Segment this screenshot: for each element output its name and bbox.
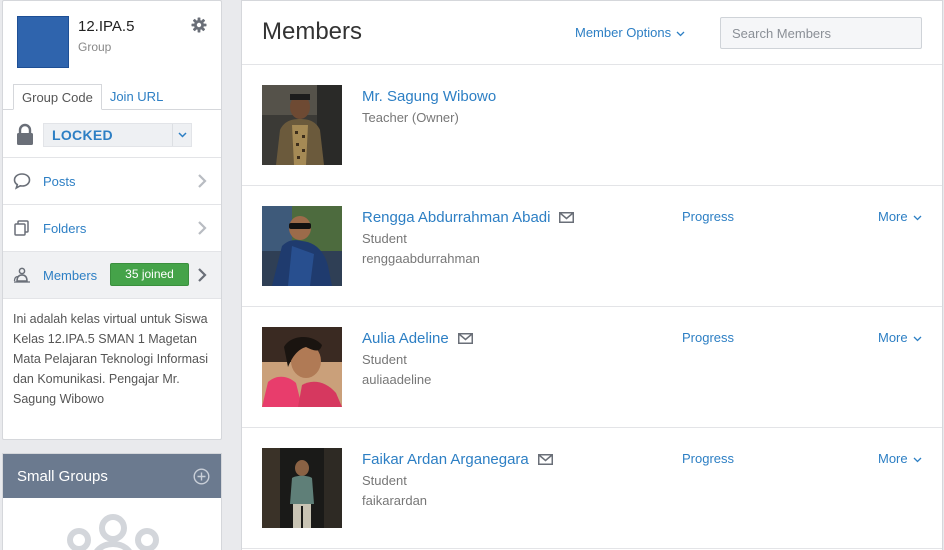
- small-groups-illustration-icon: [67, 514, 159, 550]
- lock-icon: [17, 123, 33, 145]
- more-menu-button[interactable]: More: [878, 209, 922, 224]
- lock-status-select[interactable]: LOCKED: [43, 123, 192, 147]
- chevron-right-icon: [198, 221, 207, 235]
- member-username: renggaabdurrahman: [362, 251, 480, 266]
- sidebar-item-folders[interactable]: Folders: [3, 205, 221, 252]
- member-row: Aulia Adeline Student auliaadeline Progr…: [242, 307, 942, 428]
- lock-status-value: LOCKED: [52, 127, 113, 143]
- more-menu-button[interactable]: More: [878, 330, 922, 345]
- progress-link[interactable]: Progress: [682, 330, 734, 345]
- member-name-text: Aulia Adeline: [362, 330, 449, 347]
- member-name[interactable]: Mr. Sagung Wibowo: [362, 88, 496, 105]
- member-options-label: Member Options: [575, 25, 672, 40]
- search-members-input[interactable]: [720, 17, 922, 49]
- chevron-down-icon: [676, 31, 685, 36]
- mail-icon[interactable]: [559, 212, 575, 223]
- tab-group-code[interactable]: Group Code: [13, 84, 102, 110]
- more-label: More: [878, 451, 908, 466]
- sidebar-item-label: Folders: [43, 221, 87, 236]
- progress-link[interactable]: Progress: [682, 451, 734, 466]
- sidebar-item-label: Members: [43, 268, 98, 283]
- member-photo[interactable]: [262, 85, 342, 165]
- member-name[interactable]: Faikar Ardan Arganegara: [362, 451, 553, 468]
- member-name-text: Rengga Abdurrahman Abadi: [362, 209, 551, 226]
- speech-bubble-icon: [13, 173, 31, 190]
- member-role: Student: [362, 473, 407, 488]
- sidebar-item-posts[interactable]: Posts: [3, 158, 221, 205]
- group-card: 12.IPA.5 Group Group Code Join URL LOCKE…: [2, 0, 222, 440]
- more-menu-button[interactable]: More: [878, 451, 922, 466]
- page-title: Members: [262, 18, 363, 45]
- member-row: Rengga Abdurrahman Abadi Student renggaa…: [242, 186, 942, 307]
- chevron-down-icon: [913, 215, 922, 220]
- add-circle-icon[interactable]: [193, 468, 210, 485]
- tab-join-url[interactable]: Join URL: [102, 84, 171, 110]
- members-joined-badge: 35 joined: [110, 263, 189, 286]
- member-row: Mr. Sagung Wibowo Teacher (Owner): [242, 65, 942, 186]
- group-description: Ini adalah kelas virtual untuk Siswa Kel…: [13, 312, 209, 406]
- mail-icon[interactable]: [537, 454, 553, 465]
- lock-row: LOCKED: [3, 110, 221, 158]
- member-options-button[interactable]: Member Options: [575, 25, 685, 40]
- sidebar-item-label: Posts: [43, 174, 76, 189]
- sidebar: 12.IPA.5 Group Group Code Join URL LOCKE…: [2, 0, 222, 550]
- member-photo[interactable]: [262, 206, 342, 286]
- code-tabs: Group Code Join URL: [13, 84, 171, 110]
- mail-icon[interactable]: [457, 333, 473, 344]
- small-groups-header: Small Groups: [3, 454, 221, 498]
- folders-icon: [14, 220, 29, 236]
- member-name-text: Mr. Sagung Wibowo: [362, 88, 497, 105]
- chevron-down-icon: [913, 336, 922, 341]
- member-photo[interactable]: [262, 327, 342, 407]
- chevron-right-icon: [198, 174, 207, 188]
- chevron-down-icon: [178, 132, 187, 138]
- small-groups-title: Small Groups: [17, 468, 108, 485]
- group-header: 12.IPA.5 Group: [3, 1, 221, 81]
- chevron-down-icon: [913, 457, 922, 462]
- small-groups-card: Small Groups: [2, 453, 222, 550]
- chevron-right-icon: [198, 268, 207, 282]
- member-name[interactable]: Rengga Abdurrahman Abadi: [362, 209, 575, 226]
- members-icon: [13, 267, 30, 283]
- members-panel: Members Member Options Mr. Sagung Wibowo…: [241, 0, 943, 550]
- group-name: 12.IPA.5: [78, 18, 135, 35]
- sidebar-item-members[interactable]: Members 35 joined: [3, 252, 221, 299]
- more-label: More: [878, 330, 908, 345]
- gear-icon[interactable]: [191, 17, 207, 33]
- lock-dropdown-toggle[interactable]: [172, 124, 191, 146]
- more-label: More: [878, 209, 908, 224]
- group-type: Group: [78, 40, 112, 54]
- members-header: Members Member Options: [242, 1, 942, 65]
- member-username: faikarardan: [362, 493, 428, 508]
- member-role: Teacher (Owner): [362, 110, 459, 125]
- group-avatar[interactable]: [17, 16, 69, 68]
- member-role: Student: [362, 352, 407, 367]
- progress-link[interactable]: Progress: [682, 209, 734, 224]
- member-name-text: Faikar Ardan Arganegara: [362, 451, 529, 468]
- member-row: Faikar Ardan Arganegara Student faikarar…: [242, 428, 942, 549]
- member-photo[interactable]: [262, 448, 342, 528]
- member-username: auliaadeline: [362, 372, 432, 387]
- member-role: Student: [362, 231, 407, 246]
- member-name[interactable]: Aulia Adeline: [362, 330, 473, 347]
